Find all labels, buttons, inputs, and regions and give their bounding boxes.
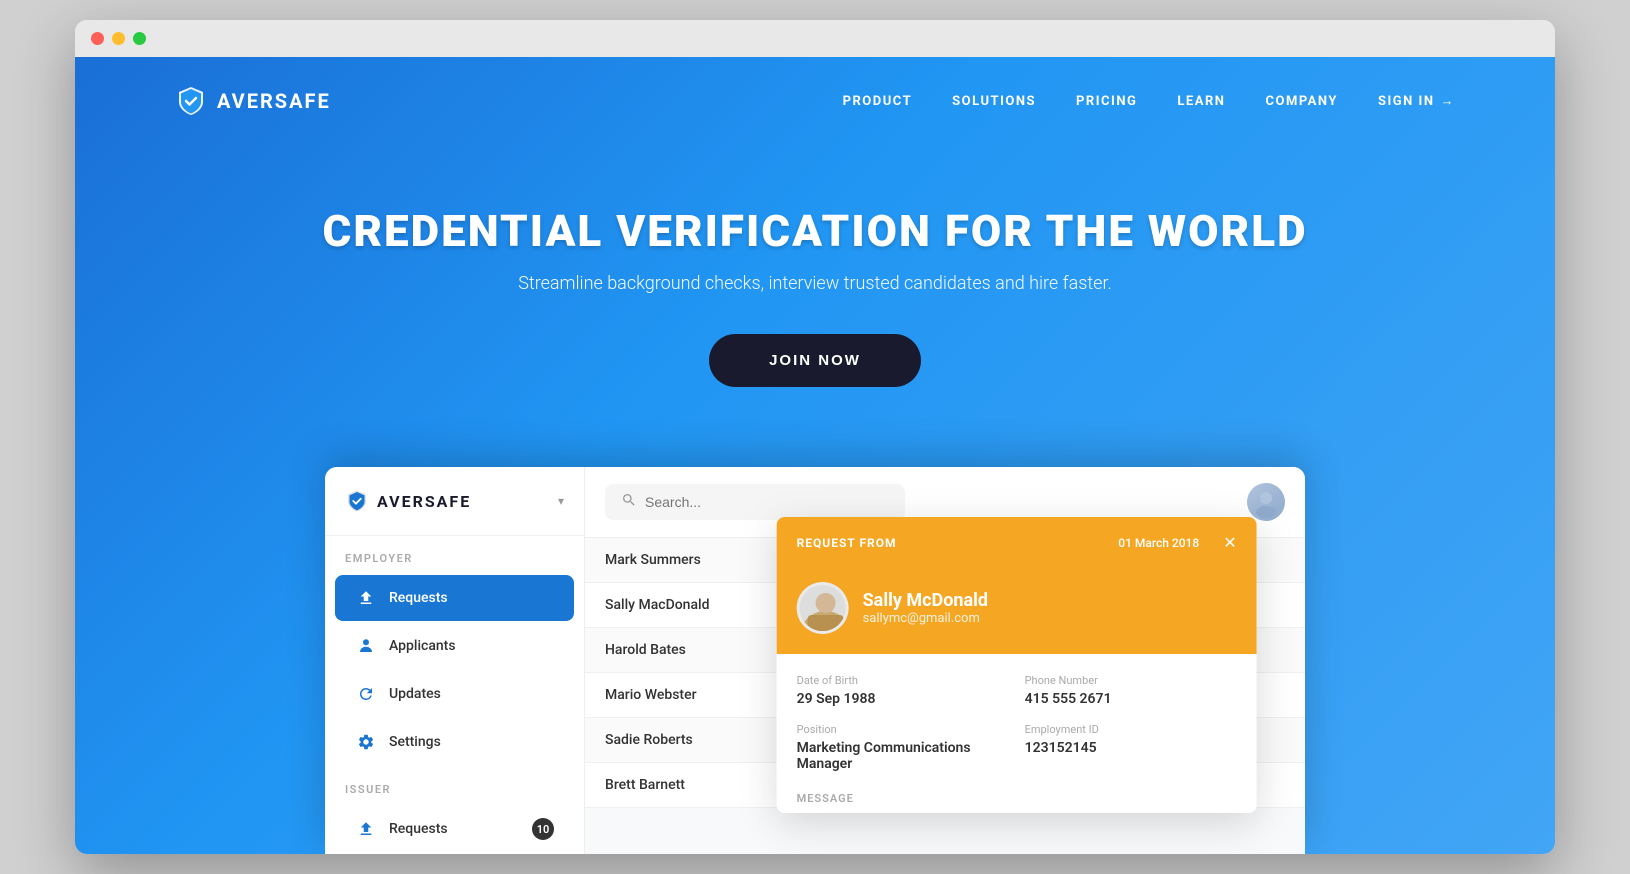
issuer-section-label: ISSUER — [325, 767, 584, 804]
sidebar-header: AVERSAFE ▾ — [325, 467, 584, 536]
sidebar-item-settings[interactable]: Settings — [335, 719, 574, 765]
position-label: Position — [797, 723, 1009, 736]
sidebar-item-issuer-requests-label: Requests — [389, 821, 448, 837]
user-avatar[interactable] — [1247, 483, 1285, 521]
employment-id-label: Employment ID — [1025, 723, 1237, 736]
logo-text: AVERSAFE — [217, 89, 331, 113]
phone-label: Phone Number — [1025, 674, 1237, 687]
sidebar-item-requests[interactable]: Requests — [335, 575, 574, 621]
request-details: Date of Birth 29 Sep 1988 Phone Number 4… — [777, 654, 1257, 792]
dob-value: 29 Sep 1988 — [797, 691, 1009, 707]
person-avatar-image — [800, 585, 849, 634]
person-avatar — [797, 582, 849, 634]
nav-signin[interactable]: SIGN IN → — [1378, 93, 1455, 109]
close-icon[interactable]: ✕ — [1223, 533, 1236, 552]
sidebar-item-issuer-requests[interactable]: Requests 10 — [335, 806, 574, 852]
nav-company[interactable]: COMPANY — [1265, 94, 1337, 109]
top-nav: AVERSAFE PRODUCT SOLUTIONS PRICING LEARN… — [75, 57, 1555, 145]
message-section-label: MESSAGE — [777, 792, 1257, 813]
applicant-name: Sally MacDonald — [605, 597, 785, 613]
nav-product[interactable]: PRODUCT — [843, 94, 913, 109]
person-icon — [355, 635, 377, 657]
sidebar-item-applicants-label: Applicants — [389, 638, 456, 654]
sidebar-item-settings-label: Settings — [389, 734, 441, 750]
join-now-button[interactable]: JOIN NOW — [709, 334, 921, 387]
applicant-name: Mark Summers — [605, 552, 785, 568]
employment-id-value: 123152145 — [1025, 740, 1237, 756]
phone-value: 415 555 2671 — [1025, 691, 1237, 707]
hero-section: CREDENTIAL VERIFICATION FOR THE WORLD St… — [75, 145, 1555, 467]
close-dot[interactable] — [91, 32, 104, 45]
person-email: sallymc@gmail.com — [863, 611, 988, 626]
dob-label: Date of Birth — [797, 674, 1009, 687]
browser-window: AVERSAFE PRODUCT SOLUTIONS PRICING LEARN… — [75, 20, 1555, 854]
sidebar-item-applicants[interactable]: Applicants — [335, 623, 574, 669]
issuer-upload-icon — [355, 818, 377, 840]
website: AVERSAFE PRODUCT SOLUTIONS PRICING LEARN… — [75, 57, 1555, 854]
issuer-requests-badge: 10 — [532, 818, 554, 840]
sidebar-shield-icon — [345, 489, 369, 513]
search-input[interactable] — [645, 494, 889, 510]
position-group: Position Marketing Communications Manage… — [797, 723, 1009, 772]
sidebar-logo[interactable]: AVERSAFE — [345, 489, 471, 513]
employer-section-label: EMPLOYER — [325, 536, 584, 573]
refresh-icon — [355, 683, 377, 705]
applicant-name: Harold Bates — [605, 642, 785, 658]
nav-pricing[interactable]: PRICING — [1076, 94, 1137, 109]
sidebar-logo-text: AVERSAFE — [377, 492, 471, 511]
nav-learn[interactable]: LEARN — [1177, 94, 1225, 109]
sidebar: AVERSAFE ▾ EMPLOYER Requests — [325, 467, 585, 854]
applicant-name: Brett Barnett — [605, 777, 785, 793]
applicant-name: Mario Webster — [605, 687, 785, 703]
position-value: Marketing Communications Manager — [797, 740, 1009, 772]
person-info: Sally McDonald sallymc@gmail.com — [863, 590, 988, 626]
person-name: Sally McDonald — [863, 590, 988, 611]
gear-icon — [355, 731, 377, 753]
request-from-label: REQUEST FROM — [797, 536, 897, 550]
upload-icon — [355, 587, 377, 609]
request-person-section: Sally McDonald sallymc@gmail.com — [777, 568, 1257, 654]
browser-chrome — [75, 20, 1555, 57]
logo-area[interactable]: AVERSAFE — [175, 85, 331, 117]
nav-solutions[interactable]: SOLUTIONS — [952, 94, 1036, 109]
app-demo-container: AVERSAFE ▾ EMPLOYER Requests — [75, 467, 1555, 854]
hero-title: CREDENTIAL VERIFICATION FOR THE WORLD — [95, 205, 1535, 257]
sidebar-item-updates-label: Updates — [389, 686, 441, 702]
request-date: 01 March 2018 — [1118, 536, 1199, 550]
search-icon — [621, 492, 637, 512]
sidebar-item-updates[interactable]: Updates — [335, 671, 574, 717]
sidebar-item-requests-label: Requests — [389, 590, 448, 606]
request-panel: REQUEST FROM 01 March 2018 ✕ — [777, 517, 1257, 813]
minimize-dot[interactable] — [112, 32, 125, 45]
chevron-down-icon[interactable]: ▾ — [558, 494, 564, 508]
dob-group: Date of Birth 29 Sep 1988 — [797, 674, 1009, 707]
hero-subtitle: Streamline background checks, interview … — [95, 273, 1535, 294]
avatar-image — [1247, 483, 1285, 521]
request-panel-header: REQUEST FROM 01 March 2018 ✕ — [777, 517, 1257, 568]
phone-group: Phone Number 415 555 2671 — [1025, 674, 1237, 707]
maximize-dot[interactable] — [133, 32, 146, 45]
logo-shield-icon — [175, 85, 207, 117]
employment-id-group: Employment ID 123152145 — [1025, 723, 1237, 772]
search-box[interactable] — [605, 484, 905, 520]
nav-links: PRODUCT SOLUTIONS PRICING LEARN COMPANY … — [843, 93, 1455, 109]
